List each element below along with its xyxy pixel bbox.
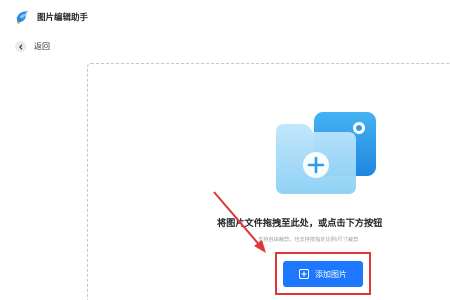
chevron-left-icon xyxy=(15,41,26,52)
bird-logo-icon xyxy=(16,11,29,25)
folder-add-icon xyxy=(276,112,376,194)
back-button[interactable]: 返回 xyxy=(15,41,50,52)
add-image-button[interactable]: 添加图片 xyxy=(283,261,363,287)
red-arrow-annotation xyxy=(213,191,266,253)
back-label: 返回 xyxy=(34,42,50,51)
add-image-label: 添加图片 xyxy=(315,269,347,279)
title-bar: 图片编辑助手 xyxy=(0,0,450,34)
drop-zone[interactable] xyxy=(87,63,450,300)
plus-square-icon xyxy=(299,269,309,279)
app-title: 图片编辑助手 xyxy=(37,13,89,23)
